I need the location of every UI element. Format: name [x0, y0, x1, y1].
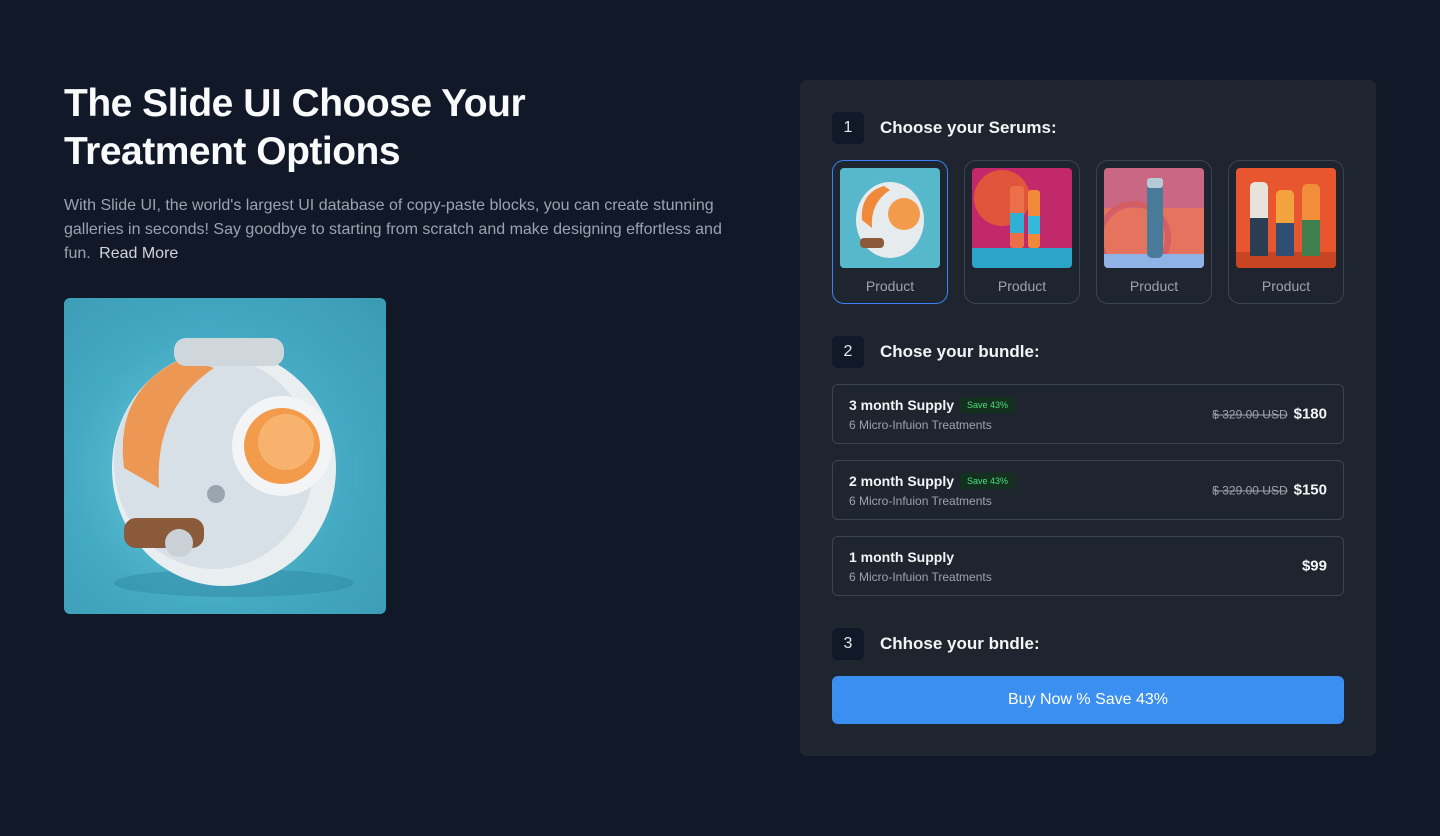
bundle-name: 1 month Supply	[849, 549, 954, 565]
product-card-2[interactable]: Product	[964, 160, 1080, 304]
save-badge: Save 43%	[960, 397, 1016, 413]
bundle-list: 3 month Supply Save 43% 6 Micro-Infuion …	[832, 384, 1344, 612]
bundle-option-1-month[interactable]: 1 month Supply 6 Micro-Infuion Treatment…	[832, 536, 1344, 596]
product-list: Product Product Product Product	[832, 160, 1344, 304]
step-title: Chose your bundle:	[880, 342, 1040, 361]
bundle-name-row: 1 month Supply	[849, 549, 1327, 565]
step-title: Chhose your bndle:	[880, 634, 1040, 653]
price: $150	[1293, 481, 1327, 499]
price-group: $99	[1302, 558, 1327, 575]
product-thumbnail	[1104, 168, 1204, 268]
product-label: Product	[1261, 278, 1311, 294]
product-thumbnail	[972, 168, 1072, 268]
hero-section: The Slide UI Choose Your Treatment Optio…	[64, 80, 744, 614]
hero-image	[64, 298, 386, 614]
old-price: $ 329.00 USD	[1212, 407, 1288, 421]
product-image	[840, 168, 940, 268]
step-number: 1	[832, 112, 864, 144]
step-number: 3	[832, 628, 864, 660]
old-price: $ 329.00 USD	[1212, 483, 1288, 497]
product-thumbnail	[1236, 168, 1336, 268]
price-group: $ 329.00 USD $150	[1212, 482, 1327, 499]
device-illustration	[112, 338, 354, 597]
step-3: 3 Chhose your bndle:	[832, 628, 1040, 660]
step-1: 1 Choose your Serums:	[832, 112, 1057, 144]
bundle-description: 6 Micro-Infuion Treatments	[849, 570, 992, 584]
product-card-4[interactable]: Product	[1228, 160, 1344, 304]
step-2: 2 Chose your bundle:	[832, 336, 1040, 368]
product-card-1[interactable]: Product	[832, 160, 948, 304]
hero-description: With Slide UI, the world's largest UI da…	[64, 194, 744, 266]
page-title: The Slide UI Choose Your Treatment Optio…	[64, 82, 526, 173]
product-image	[972, 168, 1072, 268]
product-label: Product	[997, 278, 1047, 294]
price: $180	[1293, 405, 1327, 423]
product-image	[1236, 168, 1336, 268]
step-title: Choose your Serums:	[880, 118, 1057, 137]
save-badge: Save 43%	[960, 473, 1016, 489]
price-group: $ 329.00 USD $180	[1212, 406, 1327, 423]
step-number: 2	[832, 336, 864, 368]
bundle-name: 3 month Supply	[849, 397, 954, 413]
bundle-name: 2 month Supply	[849, 473, 954, 489]
bundle-option-2-month[interactable]: 2 month Supply Save 43% 6 Micro-Infuion …	[832, 460, 1344, 520]
read-more-link[interactable]: Read More	[99, 245, 178, 262]
product-label: Product	[865, 278, 915, 294]
product-thumbnail	[840, 168, 940, 268]
options-panel: 1 Choose your Serums: Product Product Pr…	[800, 80, 1376, 756]
buy-now-button[interactable]: Buy Now % Save 43%	[832, 676, 1344, 724]
bundle-option-3-month[interactable]: 3 month Supply Save 43% 6 Micro-Infuion …	[832, 384, 1344, 444]
product-label: Product	[1129, 278, 1179, 294]
product-image	[1104, 168, 1204, 268]
product-card-3[interactable]: Product	[1096, 160, 1212, 304]
price: $99	[1301, 557, 1327, 575]
